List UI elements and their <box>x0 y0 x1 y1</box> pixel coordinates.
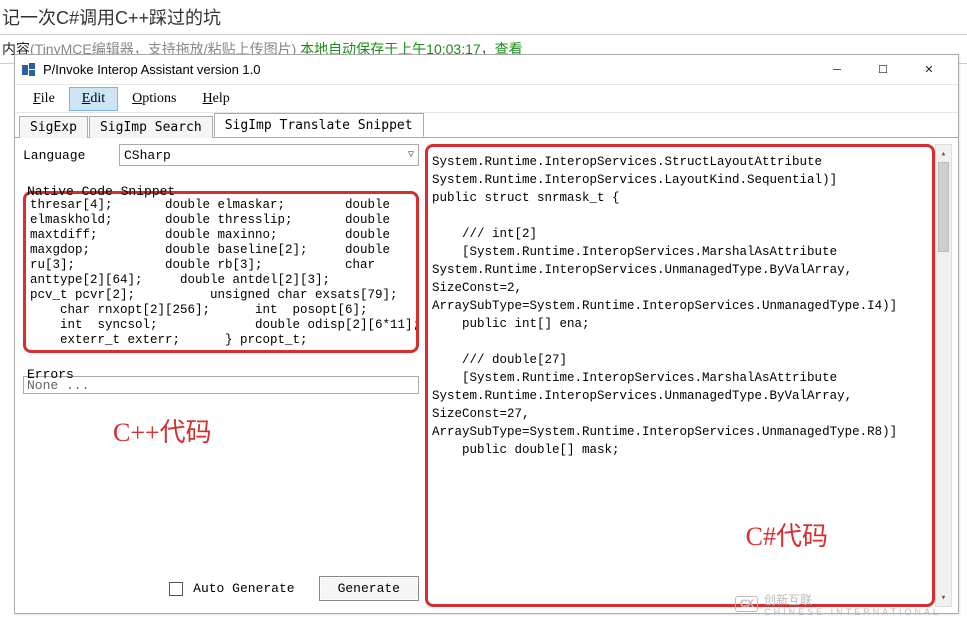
chevron-down-icon: ▽ <box>408 149 414 161</box>
scroll-thumb[interactable] <box>938 162 949 252</box>
tab-sigexp[interactable]: SigExp <box>19 116 88 138</box>
window-title: P/Invoke Interop Assistant version 1.0 <box>43 62 814 77</box>
native-snippet-label: Native Code Snippet <box>25 184 421 199</box>
language-label: Language <box>23 148 119 163</box>
generate-button[interactable]: Generate <box>319 576 419 601</box>
watermark-en: CHINESE INTERNATIONAL <box>764 608 941 617</box>
left-panel: Language CSharp ▽ Native Code Snippet th… <box>15 138 425 613</box>
native-code-input[interactable]: thresar[4]; double elmaskar; double elma… <box>23 191 419 353</box>
output-code[interactable]: System.Runtime.InteropServices.StructLay… <box>425 144 935 607</box>
right-panel: System.Runtime.InteropServices.StructLay… <box>425 138 958 613</box>
minimize-button[interactable]: ─ <box>814 55 860 85</box>
titlebar: P/Invoke Interop Assistant version 1.0 ─… <box>15 55 958 85</box>
vertical-scrollbar[interactable]: ▴ ▾ <box>935 144 952 607</box>
menu-options[interactable]: Options <box>120 88 188 110</box>
app-icon <box>21 62 37 78</box>
annotation-cs: C#代码 <box>746 516 828 553</box>
scroll-up-icon[interactable]: ▴ <box>936 145 951 162</box>
tab-sigimp-translate[interactable]: SigImp Translate Snippet <box>214 113 424 137</box>
menubar: File Edit Options Help <box>15 85 958 113</box>
auto-generate-checkbox[interactable] <box>169 582 183 596</box>
watermark: CX 创新互联 CHINESE INTERNATIONAL <box>735 591 941 617</box>
errors-label: Errors <box>25 367 421 382</box>
watermark-cn: 创新互联 <box>764 593 812 607</box>
watermark-logo: CX <box>735 596 758 612</box>
page-title: 记一次C#调用C++踩过的坑 <box>0 0 967 35</box>
app-window: P/Invoke Interop Assistant version 1.0 ─… <box>14 54 959 614</box>
menu-file[interactable]: File <box>21 88 67 110</box>
language-select[interactable]: CSharp ▽ <box>119 144 419 166</box>
tab-bar: SigExp SigImp Search SigImp Translate Sn… <box>15 113 958 137</box>
language-value: CSharp <box>124 148 171 163</box>
menu-edit[interactable]: Edit <box>69 87 118 111</box>
maximize-button[interactable]: ☐ <box>860 55 906 85</box>
annotation-cpp: C++代码 <box>113 412 212 449</box>
auto-generate-label: Auto Generate <box>193 581 294 596</box>
close-button[interactable]: ✕ <box>906 55 952 85</box>
client-area: Language CSharp ▽ Native Code Snippet th… <box>15 137 958 613</box>
tab-sigimp-search[interactable]: SigImp Search <box>89 116 213 138</box>
menu-help[interactable]: Help <box>191 88 242 110</box>
